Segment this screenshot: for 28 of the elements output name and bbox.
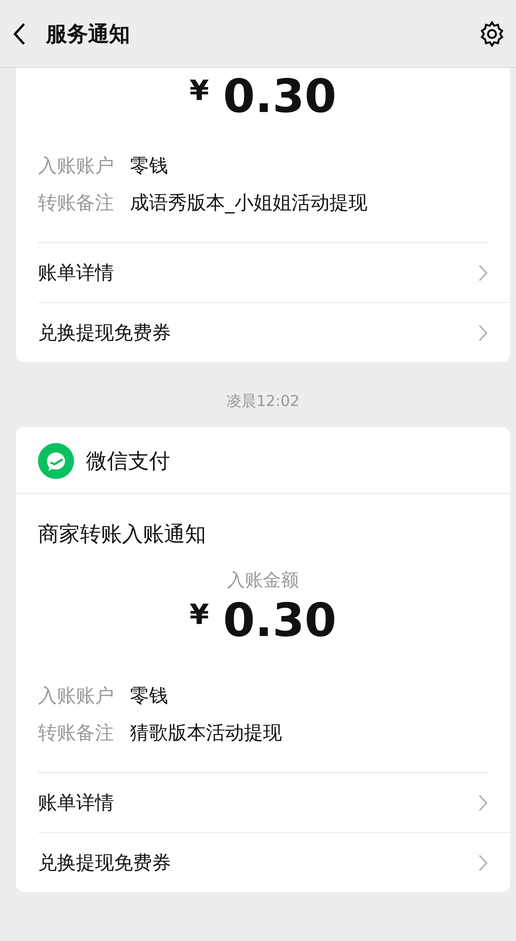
wechat-pay-icon [38, 443, 74, 479]
notice-title: 商家转账入账通知 [38, 521, 207, 548]
field-value: 猜歌版本活动提现 [130, 721, 282, 746]
field-label: 转账备注 [38, 191, 114, 216]
back-icon[interactable] [12, 22, 26, 46]
message-time: 凌晨12:02 [225, 391, 301, 412]
field-value: 成语秀版本_小姐姐活动提现 [130, 191, 368, 216]
field-label: 转账备注 [38, 721, 114, 746]
chevron-icon [478, 264, 488, 282]
amount-value: 0.30 [222, 592, 336, 648]
link-row[interactable]: 兑换提现免费券 [38, 833, 510, 892]
field-label: 入账账户 [38, 154, 114, 179]
settings-icon[interactable] [478, 20, 506, 48]
field-value: 零钱 [130, 154, 168, 179]
link-row[interactable]: 账单详情 [38, 773, 510, 833]
field-label: 入账账户 [38, 684, 114, 709]
chevron-icon [478, 854, 488, 872]
currency-symbol: ¥ [190, 74, 209, 107]
source-name: 微信支付 [86, 448, 170, 475]
chevron-icon [478, 324, 488, 342]
link-row[interactable]: 账单详情 [38, 243, 510, 303]
amount-label: 入账金额 [226, 569, 300, 592]
page-title: 服务通知 [46, 20, 131, 48]
chevron-icon [478, 794, 488, 812]
link-row[interactable]: 兑换提现免费券 [38, 303, 510, 362]
currency-symbol: ¥ [190, 598, 209, 631]
amount-value: 0.30 [222, 68, 336, 124]
field-value: 零钱 [130, 684, 168, 709]
